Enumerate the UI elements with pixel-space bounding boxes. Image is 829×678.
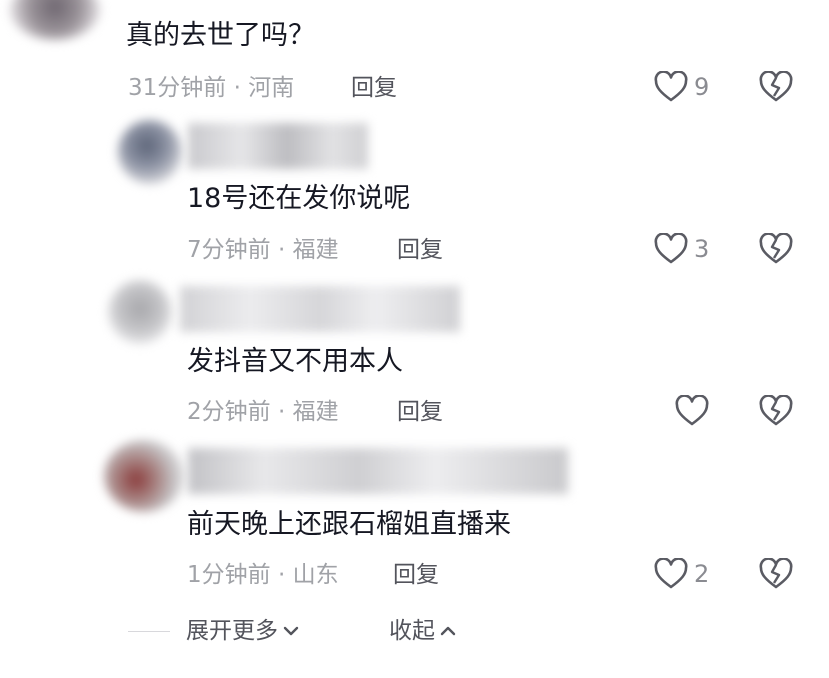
expand-more-label: 展开更多 [186, 618, 278, 644]
comment-meta: 31分钟前 · 河南 [128, 75, 295, 101]
expand-more-button[interactable]: 展开更多 [186, 616, 300, 646]
comment-meta: 1分钟前 · 山东 [187, 562, 339, 588]
like-button[interactable] [675, 395, 715, 427]
username-blurred[interactable] [188, 448, 568, 494]
broken-heart-icon[interactable] [759, 558, 793, 590]
broken-heart-icon[interactable] [759, 395, 793, 427]
collapse-label: 收起 [389, 618, 435, 644]
avatar[interactable] [118, 120, 182, 184]
heart-outline-icon [675, 395, 709, 427]
comment-text: 18号还在发你说呢 [187, 183, 411, 214]
avatar[interactable] [104, 440, 184, 512]
comment-text: 前天晚上还跟石榴姐直播来 [187, 509, 511, 540]
heart-outline-icon [654, 233, 688, 265]
reply-button[interactable]: 回复 [351, 73, 397, 103]
comment-text: 真的去世了吗？ [126, 20, 315, 51]
comment-meta: 7分钟前 · 福建 [187, 237, 339, 263]
broken-heart-icon[interactable] [759, 233, 793, 265]
chevron-up-icon [439, 624, 457, 638]
avatar[interactable] [108, 280, 172, 344]
broken-heart-icon[interactable] [759, 71, 793, 103]
username-blurred[interactable] [180, 286, 460, 332]
comment-meta: 2分钟前 · 福建 [187, 399, 339, 425]
collapse-button[interactable]: 收起 [389, 616, 457, 646]
like-button[interactable]: 9 [654, 71, 709, 103]
like-count: 3 [694, 235, 710, 263]
username-blurred[interactable] [188, 123, 368, 169]
chevron-down-icon [282, 624, 300, 638]
reply-button[interactable]: 回复 [397, 397, 443, 427]
heart-outline-icon [654, 71, 688, 103]
heart-outline-icon [654, 558, 688, 590]
like-count: 2 [694, 560, 710, 588]
reply-button[interactable]: 回复 [397, 235, 443, 265]
comment-text: 发抖音又不用本人 [187, 346, 403, 377]
like-button[interactable]: 3 [654, 233, 709, 265]
avatar[interactable] [10, 0, 100, 40]
like-count: 9 [694, 73, 710, 101]
divider [128, 631, 170, 632]
like-button[interactable]: 2 [654, 558, 709, 590]
reply-button[interactable]: 回复 [393, 560, 439, 590]
